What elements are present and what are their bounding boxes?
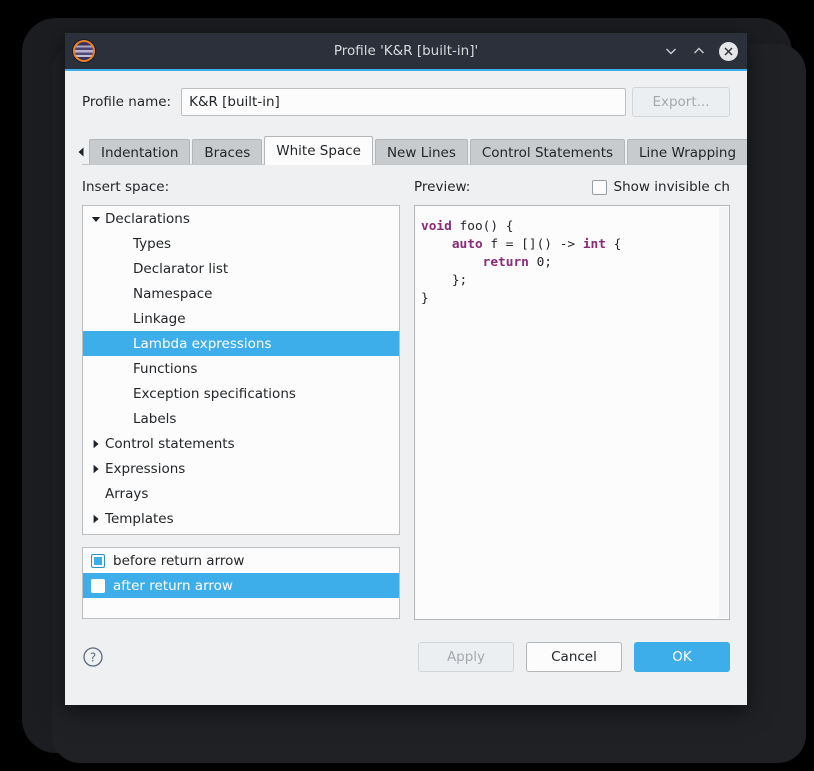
tree-item-label: Labels bbox=[133, 410, 177, 427]
triangle-right-icon[interactable] bbox=[91, 464, 105, 474]
maximize-button[interactable] bbox=[691, 43, 707, 59]
tree-item-label: Templates bbox=[105, 510, 174, 527]
profile-name-row: Profile name: Export... bbox=[65, 71, 747, 117]
tree-item-label: Control statements bbox=[105, 435, 235, 452]
tree-item[interactable]: Functions bbox=[83, 356, 399, 381]
option-row[interactable]: after return arrow bbox=[83, 573, 399, 598]
tree-item-label: Exception specifications bbox=[133, 385, 296, 402]
tree-item[interactable]: Declarations bbox=[83, 206, 399, 231]
triangle-down-icon[interactable] bbox=[91, 214, 105, 224]
tree-item-label: Linkage bbox=[133, 310, 186, 327]
insert-space-pane: Insert space: Declarations Types Declarato… bbox=[82, 177, 400, 620]
insert-space-tree[interactable]: Declarations Types Declarator list Namespac… bbox=[82, 205, 400, 535]
tree-item[interactable]: Labels bbox=[83, 406, 399, 431]
tree-item[interactable]: Expressions bbox=[83, 456, 399, 481]
show-invisible-characters-checkbox[interactable]: Show invisible ch bbox=[591, 179, 730, 195]
tree-item-label: Functions bbox=[133, 360, 198, 377]
insert-space-header: Insert space: bbox=[82, 177, 400, 197]
option-label: before return arrow bbox=[113, 552, 245, 569]
tab-white-space[interactable]: White Space bbox=[264, 136, 373, 165]
tree-item-label: Declarator list bbox=[133, 260, 229, 277]
ok-button[interactable]: OK bbox=[634, 642, 730, 672]
tree-item[interactable]: Declarator list bbox=[83, 256, 399, 281]
tree-item[interactable]: Arrays bbox=[83, 481, 399, 506]
export-button[interactable]: Export... bbox=[632, 87, 730, 117]
tree-item[interactable]: Linkage bbox=[83, 306, 399, 331]
preview-vertical-scrollbar[interactable] bbox=[719, 207, 728, 618]
window-controls bbox=[663, 41, 738, 61]
settings-tab-bar: Indentation Braces White Space New Lines… bbox=[65, 136, 747, 165]
tree-item[interactable]: Namespace bbox=[83, 281, 399, 306]
tree-item[interactable]: Control statements bbox=[83, 431, 399, 456]
profile-settings-dialog: Profile 'K&R [built-in]' Profile name: K… bbox=[65, 33, 747, 705]
app-icon bbox=[73, 40, 95, 62]
tab-line-wrapping[interactable]: Line Wrapping bbox=[627, 139, 747, 165]
preview-pane: Preview: Show invisible ch void foo() { … bbox=[414, 177, 730, 620]
profile-name-input[interactable] bbox=[181, 88, 626, 116]
tab-new-lines[interactable]: New Lines bbox=[374, 139, 468, 165]
tree-item-label: Arrays bbox=[105, 485, 149, 502]
help-icon: ? bbox=[83, 647, 103, 667]
close-button[interactable] bbox=[719, 41, 738, 61]
settings-panes: Insert space: Declarations Types Declarato… bbox=[65, 165, 747, 620]
dialog-footer: ? Apply Cancel OK bbox=[65, 620, 747, 672]
cancel-button[interactable]: Cancel bbox=[526, 642, 622, 672]
triangle-left-icon bbox=[78, 147, 84, 157]
help-button[interactable]: ? bbox=[82, 646, 104, 668]
chevron-up-icon bbox=[694, 47, 704, 54]
triangle-right-icon[interactable] bbox=[91, 514, 105, 524]
insert-space-option-list[interactable]: before return arrow after return arrow bbox=[82, 547, 400, 619]
triangle-right-icon[interactable] bbox=[91, 439, 105, 449]
chevron-down-icon bbox=[666, 48, 676, 55]
tab-indentation[interactable]: Indentation bbox=[89, 139, 191, 165]
option-label: after return arrow bbox=[113, 577, 233, 594]
option-checkbox[interactable] bbox=[91, 578, 105, 593]
option-row[interactable]: before return arrow bbox=[83, 548, 399, 573]
tab-braces[interactable]: Braces bbox=[192, 139, 263, 165]
tree-item-label: Lambda expressions bbox=[133, 335, 272, 352]
tree-item[interactable]: Templates bbox=[83, 506, 399, 531]
profile-name-label: Profile name: bbox=[82, 94, 172, 110]
tree-item-label: Expressions bbox=[105, 460, 186, 477]
tree-item-label: Declarations bbox=[105, 210, 190, 227]
show-invisible-checkbox-label: Show invisible ch bbox=[613, 179, 730, 195]
preview-code-view[interactable]: void foo() { auto f = []() -> int { retu… bbox=[414, 205, 730, 620]
tree-item[interactable]: Types bbox=[83, 231, 399, 256]
svg-text:?: ? bbox=[90, 651, 96, 665]
tree-item[interactable]: Lambda expressions bbox=[83, 331, 399, 356]
insert-space-label: Insert space: bbox=[82, 179, 170, 195]
tree-item-label: Types bbox=[133, 235, 172, 252]
tab-control-statements[interactable]: Control Statements bbox=[469, 139, 626, 165]
apply-button[interactable]: Apply bbox=[418, 642, 514, 672]
option-checkbox[interactable] bbox=[91, 553, 105, 568]
show-invisible-checkbox-box bbox=[591, 179, 607, 195]
tree-item[interactable]: Exception specifications bbox=[83, 381, 399, 406]
minimize-button[interactable] bbox=[663, 43, 679, 59]
preview-header: Preview: Show invisible ch bbox=[414, 177, 730, 197]
tree-item-label: Namespace bbox=[133, 285, 213, 302]
close-icon bbox=[724, 46, 733, 56]
dialog-action-buttons: Apply Cancel OK bbox=[418, 642, 730, 672]
title-bar: Profile 'K&R [built-in]' bbox=[65, 33, 747, 71]
tab-scroll-left-button[interactable] bbox=[73, 139, 89, 165]
preview-label: Preview: bbox=[414, 179, 471, 195]
preview-code-text: void foo() { auto f = []() -> int { retu… bbox=[421, 219, 622, 306]
window-title: Profile 'K&R [built-in]' bbox=[333, 43, 479, 59]
